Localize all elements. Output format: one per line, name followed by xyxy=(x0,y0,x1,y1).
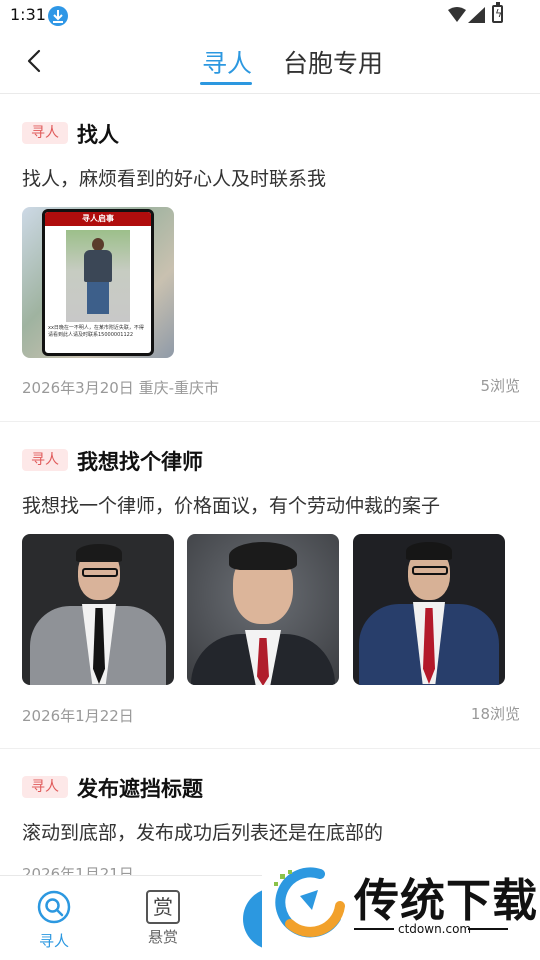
poster-frame: 寻人启事 xx日晚在一不明人，在某市附近失联，不得请看到此人请及时联系15000… xyxy=(42,209,154,356)
post-title: 找人 xyxy=(77,123,119,147)
category-tag: 寻人 xyxy=(22,776,68,798)
watermark-line xyxy=(468,928,508,930)
post-body: 滚动到底部，发布成功后列表还是在底部的 xyxy=(22,822,384,844)
post-date-location: 2026年3月20日 重庆-重庆市 xyxy=(22,379,219,397)
status-bar: 1:31 ϟ xyxy=(0,0,540,32)
chevron-left-icon xyxy=(27,49,41,73)
post-title: 发布遮挡标题 xyxy=(77,777,203,801)
post-title: 我想找个律师 xyxy=(77,450,203,474)
post-image-missing-poster[interactable]: 寻人启事 xx日晚在一不明人，在某市附近失联，不得请看到此人请及时联系15000… xyxy=(22,207,174,358)
wifi-icon xyxy=(448,7,466,22)
nav-label: 悬赏 xyxy=(147,928,178,946)
active-tab-indicator xyxy=(200,82,252,85)
post-views: 5浏览 xyxy=(480,377,520,395)
nav-reward[interactable]: 赏 悬赏 xyxy=(133,890,193,947)
back-button[interactable] xyxy=(20,46,50,76)
poster-photo xyxy=(66,230,130,322)
post-views: 18浏览 xyxy=(470,705,520,723)
tab-taiwan-compatriots[interactable]: 台胞专用 xyxy=(283,44,383,80)
search-icon xyxy=(37,890,71,924)
poster-text: xx日晚在一不明人，在某市附近失联，不得请看到此人请及时联系1500000112… xyxy=(48,325,144,338)
watermark-url: ctdown.com xyxy=(398,922,472,936)
post-card[interactable]: 寻人 发布遮挡标题 滚动到底部，发布成功后列表还是在底部的 2026年1月21日 xyxy=(0,749,540,875)
watermark-text: 传统下载 xyxy=(354,874,539,927)
battery-icon: ϟ xyxy=(492,2,503,23)
post-image-lawyer-2[interactable] xyxy=(187,534,339,685)
category-tag: 寻人 xyxy=(22,449,68,471)
post-date: 2026年1月21日 xyxy=(22,865,134,875)
watermark: 传统下载 ctdown.com xyxy=(262,858,540,950)
tab-find-person[interactable]: 寻人 xyxy=(202,44,252,80)
post-card[interactable]: 寻人 我想找个律师 我想找一个律师，价格面议，有个劳动仲裁的案子 2026年1月… xyxy=(0,422,540,748)
status-time: 1:31 xyxy=(10,5,46,24)
post-image-lawyer-3[interactable] xyxy=(353,534,505,685)
poster-title: 寻人启事 xyxy=(45,212,151,226)
category-tag: 寻人 xyxy=(22,122,68,144)
download-icon xyxy=(48,6,68,26)
nav-find-person[interactable]: 寻人 xyxy=(24,890,84,951)
post-image-lawyer-1[interactable] xyxy=(22,534,174,685)
signal-icon xyxy=(468,7,485,23)
post-card[interactable]: 寻人 找人 找人，麻烦看到的好心人及时联系我 寻人启事 xx日晚在一不明人，在某… xyxy=(0,95,540,421)
top-header: 寻人 台胞专用 xyxy=(0,32,540,94)
post-body: 找人，麻烦看到的好心人及时联系我 xyxy=(22,168,327,190)
post-body: 我想找一个律师，价格面议，有个劳动仲裁的案子 xyxy=(22,495,441,517)
nav-label: 寻人 xyxy=(38,932,69,950)
watermark-logo-icon xyxy=(274,867,345,938)
post-date: 2026年1月22日 xyxy=(22,707,134,725)
reward-icon: 赏 xyxy=(146,890,180,924)
watermark-line xyxy=(354,928,394,930)
